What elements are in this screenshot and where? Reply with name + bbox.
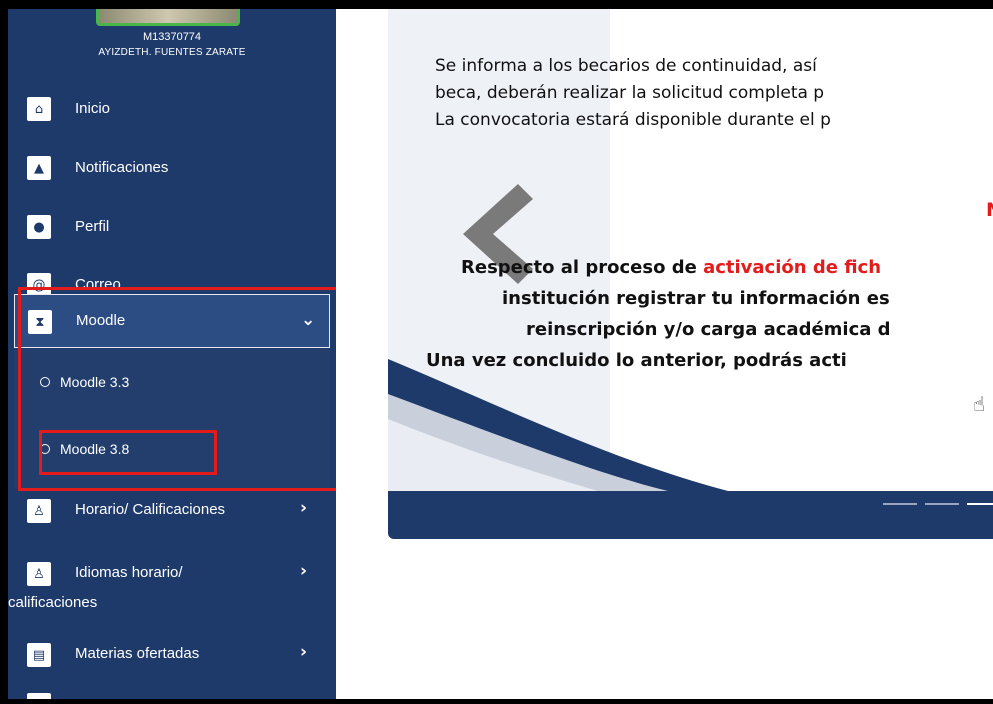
circle-bullet-icon (40, 444, 50, 455)
partial-icon (27, 693, 51, 699)
bold-line-text: Respecto al proceso de (461, 257, 704, 278)
carousel-indicator[interactable] (883, 503, 917, 505)
submenu-item-label: Moodle 3.8 (60, 441, 130, 457)
sidebar-item-perfil[interactable]: ● Perfil (8, 202, 336, 252)
sidebar-item-inicio[interactable]: ⌂ Inicio (8, 84, 336, 134)
sidebar-item-label: Idiomas horario/ (75, 564, 183, 581)
user-name: AYIZDETH. FUENTES ZARATE (98, 47, 246, 58)
slide-bold-line-1: Respecto al proceso de activación de fic… (461, 257, 881, 278)
sidebar-item-label: Notificaciones (75, 159, 169, 176)
sidebar-item-materias-ofertadas[interactable]: ▤ Materias ofertadas › (8, 631, 336, 681)
sidebar-item-label: Correo (75, 276, 121, 293)
sidebar-item-label: Inicio (75, 100, 111, 117)
sidebar-item-partial[interactable] (8, 689, 336, 699)
chevron-down-icon: ⌄ (301, 310, 316, 330)
slide-line: La convocatoria estará disponible durant… (435, 110, 831, 130)
slide-bold-line-4: Una vez concluido lo anterior, podrás ac… (426, 350, 847, 371)
sidebar-item-notificaciones[interactable]: ▲ Notificaciones (8, 143, 336, 193)
sidebar-item-label-continued: calificaciones (8, 594, 98, 611)
sidebar-item-label: Materias ofertadas (75, 645, 200, 662)
sidebar-item-horario-calificaciones[interactable]: ♙ Horario/ Calificaciones › (8, 487, 336, 537)
hand-pointer-icon: ☝ (973, 392, 986, 416)
slide-bold-line-2: institución registrar tu información es (502, 288, 890, 309)
sidebar-item-label: Perfil (75, 218, 110, 235)
award-icon: ♙ (27, 499, 51, 523)
sidebar-item-moodle[interactable]: ⧗ Moodle ⌄ (14, 294, 330, 348)
award-icon: ♙ (27, 562, 51, 586)
carousel-indicator[interactable] (925, 503, 959, 505)
carousel-footer (388, 491, 993, 539)
chevron-right-icon: › (300, 561, 308, 581)
highlighted-text: activación de fich (703, 257, 882, 278)
slide-paragraph: Se informa a los becarios de continuidad… (435, 53, 831, 134)
submenu-item-moodle-3-3[interactable]: Moodle 3.3 (40, 374, 129, 390)
sidebar-item-idiomas[interactable]: ♙ Idiomas horario/ › calificaciones (8, 550, 336, 620)
slide-bold-line-3: reinscripción y/o carga académica d (526, 319, 891, 340)
hourglass-icon: ⧗ (28, 310, 52, 334)
slide-red-heading: N (986, 199, 993, 221)
carousel-indicator-active[interactable] (967, 503, 993, 505)
home-icon: ⌂ (27, 97, 51, 121)
slide-line: beca, deberán realizar la solicitud comp… (435, 83, 825, 103)
clipboard-icon: ▤ (27, 643, 51, 667)
chevron-right-icon: › (300, 498, 308, 518)
slide-line: Se informa a los becarios de continuidad… (435, 56, 817, 76)
announcement-carousel: Se informa a los becarios de continuidad… (388, 9, 993, 539)
moodle-submenu: Moodle 3.3 Moodle 3.8 (14, 349, 330, 489)
user-icon: ● (27, 215, 51, 239)
avatar[interactable] (96, 9, 240, 26)
user-id: M13370774 (142, 31, 202, 43)
sidebar-item-label: Horario/ Calificaciones (75, 501, 226, 518)
sidebar: M13370774 AYIZDETH. FUENTES ZARATE ⌂ Ini… (8, 9, 336, 699)
submenu-item-moodle-3-8[interactable]: Moodle 3.8 (40, 441, 129, 457)
browser-viewport: M13370774 AYIZDETH. FUENTES ZARATE ⌂ Ini… (8, 9, 993, 699)
circle-bullet-icon (40, 377, 50, 388)
sidebar-item-label: Moodle (76, 312, 126, 329)
chevron-right-icon: › (300, 642, 308, 662)
submenu-item-label: Moodle 3.3 (60, 374, 130, 390)
bell-icon: ▲ (27, 156, 51, 180)
